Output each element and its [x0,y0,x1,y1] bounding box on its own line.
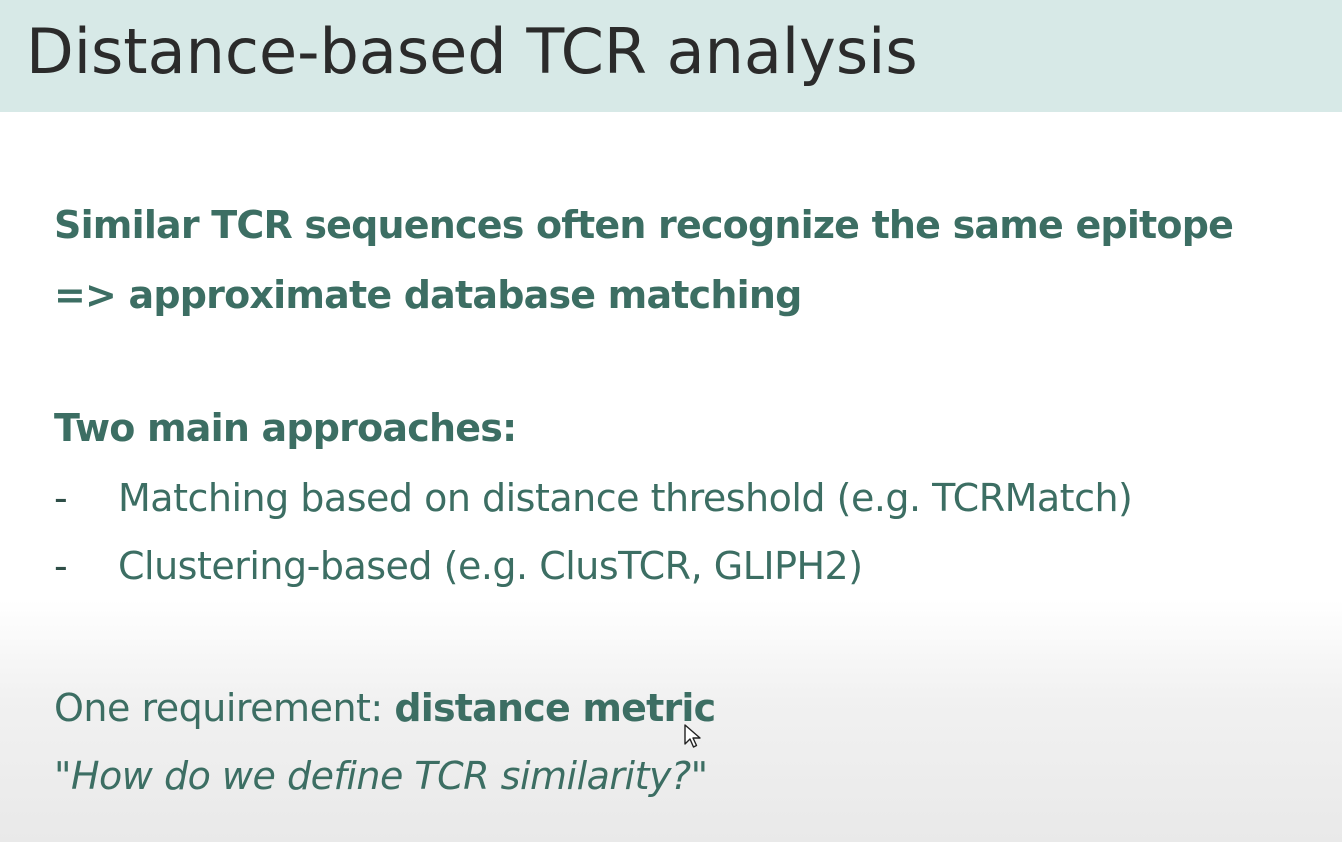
bullet-dash: - [54,476,68,520]
slide-title: Distance-based TCR analysis [26,15,918,88]
mouse-pointer-icon [684,724,701,748]
title-bar: Distance-based TCR analysis [0,0,1342,112]
bullet-text: Matching based on distance threshold (e.… [118,476,1133,520]
approaches-list: - Matching based on distance threshold (… [54,464,1133,600]
slide: Distance-based TCR analysis Similar TCR … [0,0,1342,842]
slide-content: Similar TCR sequences often recognize th… [54,190,1334,798]
headline-line-1: Similar TCR sequences often recognize th… [54,203,1234,247]
requirement-prefix: One requirement: [54,686,395,730]
bullet-dash: - [54,544,68,588]
question-line: "How do we define TCR similarity?" [54,754,708,798]
bullet-text: Clustering-based (e.g. ClusTCR, GLIPH2) [118,544,863,588]
list-item: - Clustering-based (e.g. ClusTCR, GLIPH2… [54,532,1132,600]
list-item: - Matching based on distance threshold (… [54,464,1133,532]
requirement-line: One requirement: distance metric [54,674,716,742]
section-title: Two main approaches: [54,406,517,450]
requirement-emphasis: distance metric [394,686,716,730]
headline-line-2: => approximate database matching [54,273,802,317]
